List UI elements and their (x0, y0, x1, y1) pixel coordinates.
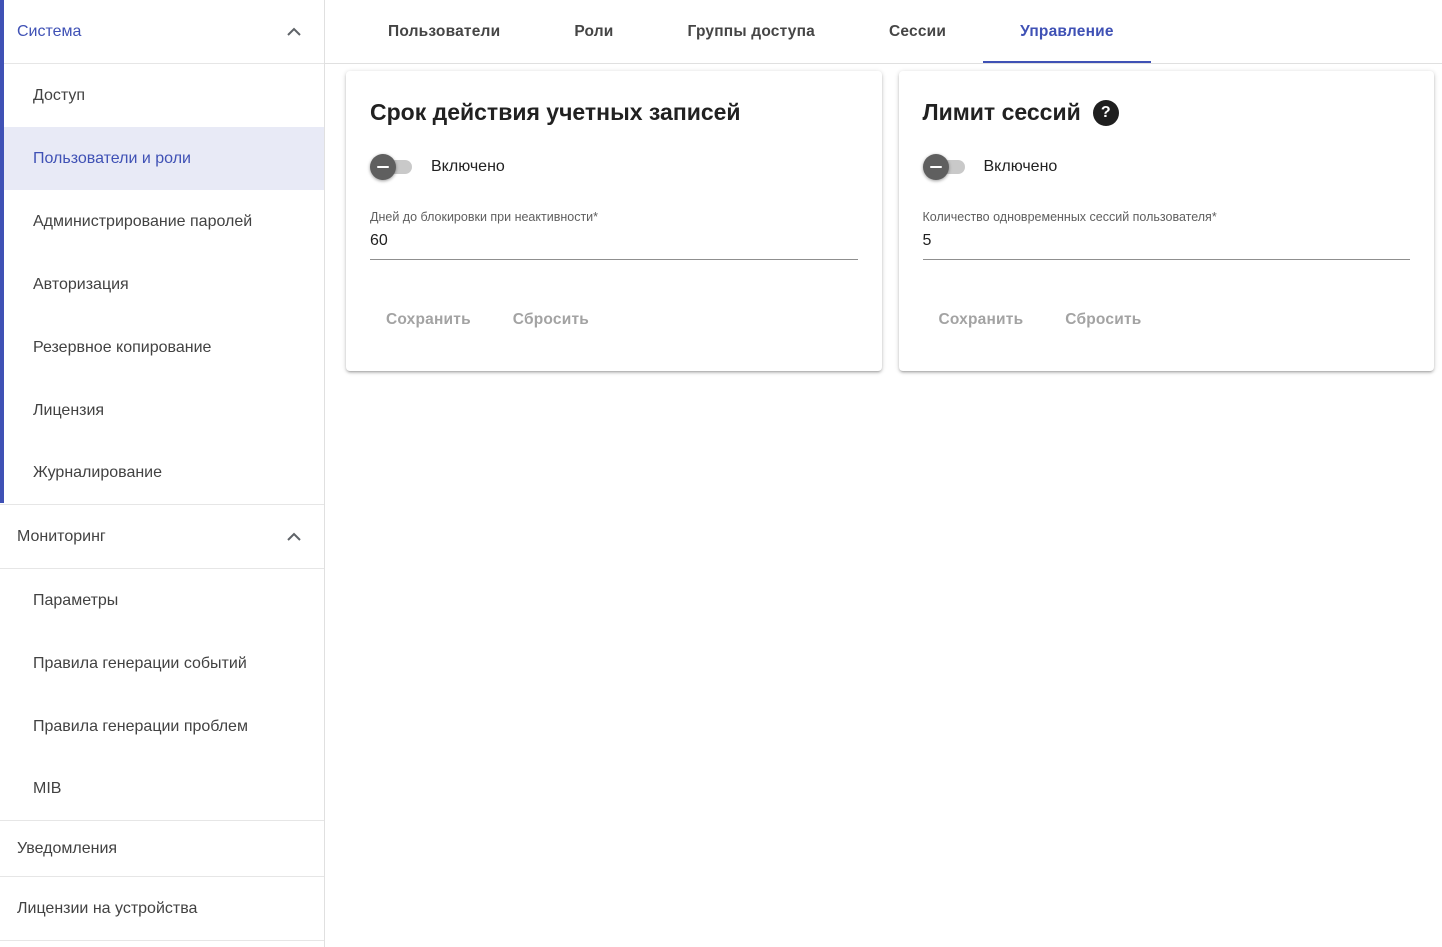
session-limit-card: Лимит сессий ? Включено Количество однов… (899, 71, 1435, 371)
app-window: Система Доступ Пользователи и роли Админ… (0, 0, 1442, 947)
field-label: Количество одновременных сессий пользова… (923, 210, 1411, 224)
sidebar-item-label: Доступ (33, 87, 85, 105)
sidebar-section-label: Система (17, 23, 81, 41)
toggle-thumb (923, 154, 949, 180)
enabled-toggle[interactable] (923, 154, 969, 180)
minus-icon (377, 166, 389, 168)
chevron-up-icon[interactable] (282, 20, 306, 44)
toggle-label: Включено (431, 158, 505, 176)
toggle-thumb (370, 154, 396, 180)
account-expiry-card: Срок действия учетных записей Включено Д… (346, 71, 882, 371)
chevron-up-icon[interactable] (282, 525, 306, 549)
tab-access-groups[interactable]: Группы доступа (651, 0, 852, 63)
card-title: Лимит сессий ? (923, 99, 1411, 126)
sidebar-item-label: Правила генерации событий (33, 655, 247, 673)
tab-users[interactable]: Пользователи (351, 0, 537, 63)
tab-roles[interactable]: Роли (537, 0, 650, 63)
sidebar-item-label: Резервное копирование (33, 339, 211, 357)
sidebar-section-system[interactable]: Система (0, 0, 324, 64)
sidebar-item-label: Администрирование паролей (33, 213, 252, 231)
sidebar-item-license[interactable]: Лицензия (0, 379, 324, 442)
sidebar-item-label: MIB (33, 780, 61, 798)
sidebar-item-label: Пользователи и роли (33, 150, 191, 168)
help-icon[interactable]: ? (1093, 100, 1119, 126)
card-actions: Сохранить Сбросить (370, 300, 858, 346)
main-area: Пользователи Роли Группы доступа Сессии … (325, 0, 1442, 947)
content-panel: Срок действия учетных записей Включено Д… (325, 64, 1442, 371)
card-title-text: Лимит сессий (923, 99, 1081, 126)
session-count-input[interactable] (923, 226, 1411, 260)
sidebar-section-monitoring[interactable]: Мониторинг (0, 505, 324, 569)
reset-button[interactable]: Сбросить (1049, 300, 1157, 340)
sidebar-section-notifications[interactable]: Уведомления (0, 821, 324, 877)
sidebar-item-parameters[interactable]: Параметры (0, 569, 324, 632)
inactivity-days-field: Дней до блокировки при неактивности* (370, 210, 858, 260)
session-count-field: Количество одновременных сессий пользова… (923, 210, 1411, 260)
active-section-stripe (0, 0, 4, 503)
save-button[interactable]: Сохранить (370, 300, 487, 340)
sidebar-item-mib[interactable]: MIB (0, 758, 324, 821)
card-actions: Сохранить Сбросить (923, 300, 1411, 346)
reset-button[interactable]: Сбросить (497, 300, 605, 340)
card-title-text: Срок действия учетных записей (370, 99, 741, 126)
sidebar-section-label: Лицензии на устройства (17, 900, 197, 918)
tab-sessions[interactable]: Сессии (852, 0, 983, 63)
sidebar-item-problem-rules[interactable]: Правила генерации проблем (0, 695, 324, 758)
sidebar-item-users-roles[interactable]: Пользователи и роли (0, 127, 324, 190)
tab-label: Группы доступа (688, 23, 815, 41)
tab-label: Роли (574, 23, 613, 41)
sidebar-item-authorization[interactable]: Авторизация (0, 253, 324, 316)
sidebar-item-logging[interactable]: Журналирование (0, 442, 324, 505)
sidebar-item-label: Журналирование (33, 464, 162, 482)
save-button[interactable]: Сохранить (923, 300, 1040, 340)
sidebar-item-backup[interactable]: Резервное копирование (0, 316, 324, 379)
sidebar-section-label: Уведомления (17, 840, 117, 858)
sidebar-section-device-licenses[interactable]: Лицензии на устройства (0, 877, 324, 941)
sidebar-item-label: Правила генерации проблем (33, 718, 248, 736)
field-label: Дней до блокировки при неактивности* (370, 210, 858, 224)
tab-bar: Пользователи Роли Группы доступа Сессии … (325, 0, 1442, 64)
sidebar: Система Доступ Пользователи и роли Админ… (0, 0, 325, 947)
inactivity-days-input[interactable] (370, 226, 858, 260)
toggle-row: Включено (370, 154, 858, 180)
tab-label: Управление (1020, 23, 1114, 41)
sidebar-item-label: Параметры (33, 592, 118, 610)
minus-icon (930, 166, 942, 168)
toggle-row: Включено (923, 154, 1411, 180)
sidebar-section-label: Мониторинг (17, 528, 106, 546)
tab-management[interactable]: Управление (983, 0, 1151, 63)
tab-label: Сессии (889, 23, 946, 41)
card-title: Срок действия учетных записей (370, 99, 858, 126)
sidebar-item-label: Авторизация (33, 276, 129, 294)
sidebar-item-access[interactable]: Доступ (0, 64, 324, 127)
sidebar-item-label: Лицензия (33, 402, 104, 420)
enabled-toggle[interactable] (370, 154, 416, 180)
toggle-label: Включено (984, 158, 1058, 176)
sidebar-item-event-rules[interactable]: Правила генерации событий (0, 632, 324, 695)
sidebar-item-password-admin[interactable]: Администрирование паролей (0, 190, 324, 253)
tab-label: Пользователи (388, 23, 500, 41)
